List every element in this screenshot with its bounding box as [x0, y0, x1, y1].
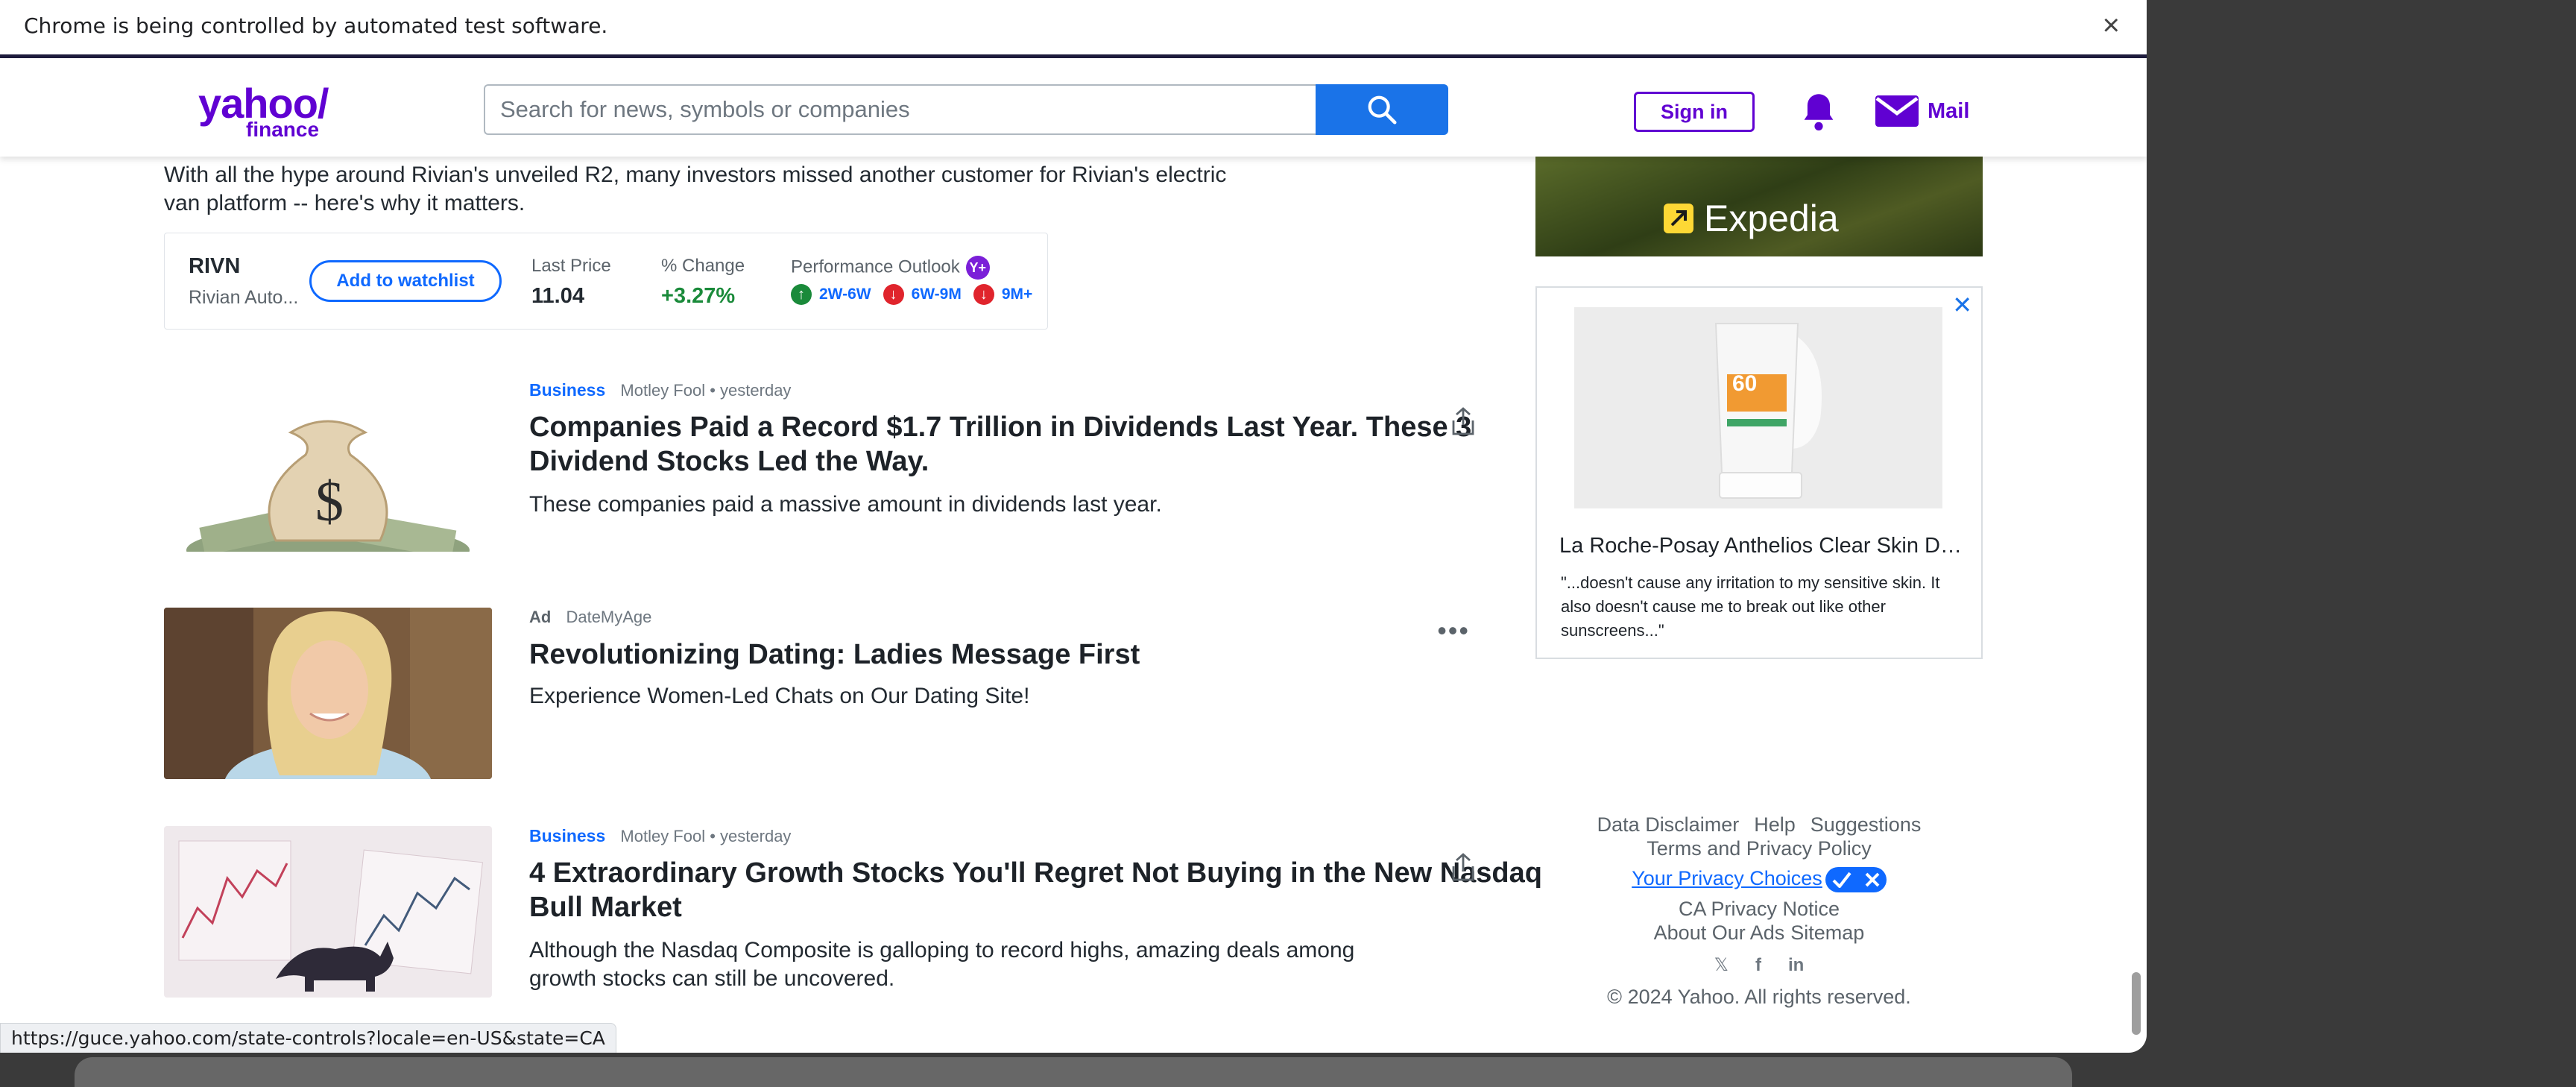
performance-outlook-indicators[interactable]: ↑ 2W-6W ↓ 6W-9M ↓ 9M+ — [791, 284, 1037, 305]
close-icon[interactable]: × — [2103, 9, 2120, 42]
yahoo-finance-logo[interactable]: yahoo/ finance — [198, 80, 340, 142]
story-meta: Business Motley Fool • yesterday — [529, 826, 792, 845]
more-options-icon[interactable]: ••• — [1437, 615, 1470, 646]
story-category[interactable]: Business — [529, 380, 605, 400]
automation-infobar: Chrome is being controlled by automated … — [0, 0, 2147, 58]
expedia-ad-banner[interactable]: Expedia — [1535, 157, 1983, 256]
ca-privacy-notice-link[interactable]: CA Privacy Notice — [1679, 898, 1840, 920]
notifications-bell-icon[interactable] — [1799, 91, 1838, 136]
last-price-label: Last Price — [531, 256, 611, 276]
os-dock — [75, 1057, 2072, 1087]
story-summary: Experience Women-Led Chats on Our Dating… — [529, 684, 1030, 708]
quote-card[interactable]: RIVN Rivian Auto... Add to watchlist Las… — [164, 233, 1048, 330]
yahoo-plus-icon: Y+ — [965, 256, 990, 280]
help-link[interactable]: Help — [1754, 813, 1796, 836]
product-spf-badge: 60 — [1732, 371, 1757, 396]
outlook-term-label: 2W-6W — [819, 286, 871, 303]
news-story[interactable]: $ Business Motley Fool • yesterday Compa… — [164, 380, 1476, 574]
privacy-choices-link[interactable]: Your Privacy Choices — [1632, 867, 1822, 889]
story-meta: Business Motley Fool • yesterday — [529, 380, 792, 400]
infobar-message: Chrome is being controlled by automated … — [24, 13, 608, 38]
main-content: With all the hype around Rivian's unveil… — [0, 157, 2147, 1051]
logo-secondary: finance — [246, 118, 320, 141]
story-headline[interactable]: Revolutionizing Dating: Ladies Message F… — [529, 637, 1573, 672]
social-links: 𝕏 f in — [1535, 954, 1983, 977]
suggestions-link[interactable]: Suggestions — [1811, 813, 1922, 836]
sitemap-link[interactable]: Sitemap — [1790, 921, 1864, 944]
product-title[interactable]: La Roche-Posay Anthelios Clear Skin Dr..… — [1559, 534, 1962, 558]
x-twitter-icon[interactable]: 𝕏 — [1714, 954, 1729, 977]
story-source: DateMyAge — [566, 608, 652, 626]
add-to-watchlist-button[interactable]: Add to watchlist — [309, 260, 502, 302]
svg-text:$: $ — [315, 470, 344, 533]
expedia-wordmark: Expedia — [1704, 198, 1839, 239]
performance-outlook-label: Performance Outlook Y+ — [791, 256, 990, 280]
mail-icon — [1875, 95, 1919, 127]
bull-market-thumbnail[interactable] — [164, 826, 492, 998]
site-footer: Data Disclaimer Help Suggestions Terms and… — [1535, 813, 1983, 1009]
mail-label: Mail — [1928, 98, 1970, 123]
share-icon[interactable] — [1450, 853, 1476, 885]
product-ad-card[interactable]: ✕ 60 La Roche-Posay Anthelios Clear Skin… — [1535, 286, 1983, 659]
search-input[interactable] — [484, 84, 1316, 135]
arrow-down-icon: ↓ — [973, 284, 994, 305]
news-story[interactable]: Business Motley Fool • yesterday 4 Extra… — [164, 826, 1542, 1020]
sponsored-story[interactable]: Ad DateMyAge Revolutionizing Dating: Lad… — [164, 608, 1476, 779]
ad-portrait-thumbnail[interactable] — [164, 608, 492, 779]
money-bag-thumbnail[interactable]: $ — [164, 380, 492, 552]
story-summary: These companies paid a massive amount in… — [529, 492, 1162, 517]
story-headline[interactable]: 4 Extraordinary Growth Stocks You'll Reg… — [529, 856, 1573, 924]
quote-symbol[interactable]: RIVN — [189, 254, 240, 279]
ad-close-icon[interactable]: ✕ — [1952, 291, 1972, 319]
search-button[interactable] — [1316, 84, 1448, 135]
about-our-ads-link[interactable]: About Our Ads — [1654, 921, 1785, 944]
story-source: Motley Fool — [620, 381, 706, 400]
story-category[interactable]: Business — [529, 826, 605, 845]
outlook-term-label: 9M+ — [1001, 286, 1033, 303]
data-disclaimer-link[interactable]: Data Disclaimer — [1597, 813, 1740, 836]
site-header: yahoo/ finance Sign in Mail — [0, 60, 2147, 157]
share-icon[interactable] — [1450, 407, 1476, 439]
story-summary: Although the Nasdaq Composite is gallopi… — [529, 938, 1355, 991]
facebook-icon[interactable]: f — [1755, 954, 1761, 977]
scrollbar-thumb[interactable] — [2132, 972, 2141, 1035]
story-meta: Ad DateMyAge — [529, 608, 651, 627]
link-status-bar: https://guce.yahoo.com/state-controls?lo… — [0, 1023, 616, 1053]
outlook-term-label: 6W-9M — [911, 286, 962, 303]
copyright-text: © 2024 Yahoo. All rights reserved. — [1607, 985, 1911, 1008]
quote-company-name: Rivian Auto... — [189, 287, 299, 308]
sign-in-button[interactable]: Sign in — [1634, 92, 1755, 132]
ad-label: Ad — [529, 608, 552, 626]
pct-change-label: % Change — [661, 256, 745, 276]
arrow-up-icon: ↑ — [791, 284, 812, 305]
sunscreen-product-image[interactable]: 60 — [1574, 307, 1942, 508]
pct-change-value: +3.27% — [661, 284, 736, 308]
story-time: yesterday — [720, 827, 792, 845]
article-lede: With all the hype around Rivian's unveil… — [164, 163, 1227, 215]
search-icon — [1368, 95, 1397, 125]
story-source: Motley Fool — [620, 827, 706, 845]
mail-link[interactable]: Mail — [1875, 95, 1969, 127]
linkedin-icon[interactable]: in — [1788, 954, 1804, 977]
expedia-arrow-icon — [1664, 204, 1693, 233]
story-headline[interactable]: Companies Paid a Record $1.7 Trillion in… — [529, 410, 1573, 479]
story-time: yesterday — [720, 381, 792, 400]
last-price-value: 11.04 — [531, 284, 584, 308]
privacy-choices-toggle-icon[interactable] — [1825, 866, 1887, 892]
terms-privacy-link[interactable]: Terms and Privacy Policy — [1647, 837, 1872, 860]
expedia-logo: Expedia — [1664, 197, 1839, 240]
browser-viewport: Chrome is being controlled by automated … — [0, 0, 2147, 1053]
arrow-down-icon: ↓ — [883, 284, 904, 305]
product-description: "...doesn't cause any irritation to my s… — [1561, 573, 1940, 640]
